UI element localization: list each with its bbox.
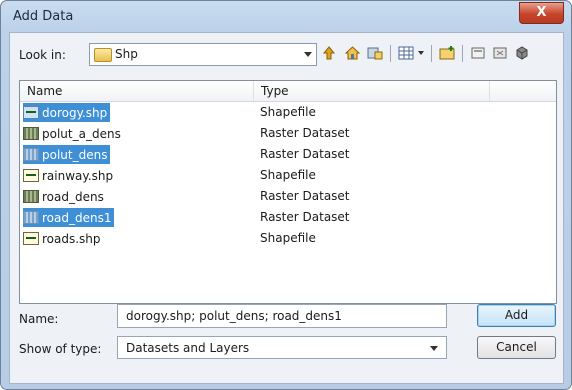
- raster-icon: [23, 211, 39, 224]
- list-item-name: road_dens: [42, 189, 104, 204]
- list-item[interactable]: polut_a_dens Raster Dataset: [20, 123, 556, 144]
- list-item-name: polut_dens: [42, 147, 108, 162]
- show-of-type-value: Datasets and Layers: [126, 341, 250, 355]
- catalog-icon[interactable]: [469, 44, 487, 62]
- close-button[interactable]: X: [519, 2, 564, 24]
- folder-icon: [94, 48, 112, 62]
- list-item-name-cell[interactable]: rainway.shp: [23, 166, 116, 185]
- column-header-type[interactable]: Type: [254, 81, 490, 101]
- shapefile-icon: [23, 169, 39, 182]
- show-of-type-dropdown[interactable]: Datasets and Layers: [117, 336, 447, 359]
- connect-folder-icon[interactable]: [366, 44, 384, 62]
- close-icon: X: [536, 5, 547, 20]
- list-item[interactable]: road_dens1 Raster Dataset: [20, 207, 556, 228]
- list-item[interactable]: rainway.shp Shapefile: [20, 165, 556, 186]
- shapefile-icon: [23, 232, 39, 245]
- file-list[interactable]: Name Type dorogy.shp Shapefile polut_a_den…: [19, 80, 557, 304]
- list-item-name-cell[interactable]: polut_dens: [23, 145, 111, 164]
- column-header-name[interactable]: Name: [20, 81, 254, 101]
- cancel-button[interactable]: Cancel: [477, 336, 556, 359]
- column-header-blank: [490, 81, 556, 101]
- name-label: Name:: [19, 312, 59, 326]
- list-item-name-cell[interactable]: roads.shp: [23, 229, 104, 248]
- view-menu-chevron-down-icon[interactable]: [416, 44, 426, 62]
- list-item[interactable]: roads.shp Shapefile: [20, 228, 556, 249]
- dialog-client-area: Look in: Shp Name Type dorogy.shp Shapef…: [9, 32, 564, 384]
- list-item-type: Raster Dataset: [260, 210, 350, 224]
- list-item-name-cell[interactable]: road_dens1: [23, 208, 115, 227]
- list-item-name: rainway.shp: [42, 168, 114, 183]
- list-item-name: polut_a_dens: [42, 126, 121, 141]
- add-button[interactable]: Add: [477, 304, 556, 327]
- list-item[interactable]: polut_dens Raster Dataset: [20, 144, 556, 165]
- list-item-type: Raster Dataset: [260, 147, 350, 161]
- add-data-dialog: Add Data X Look in: Shp Name Type dorogy…: [0, 0, 572, 390]
- chevron-down-icon: [430, 346, 438, 351]
- chevron-down-icon: [304, 52, 312, 57]
- name-input-value: dorogy.shp; polut_dens; road_dens1: [126, 309, 342, 323]
- look-in-value: Shp: [115, 47, 138, 61]
- list-item-name-cell[interactable]: road_dens: [23, 187, 107, 206]
- disconnect-icon[interactable]: [491, 44, 509, 62]
- raster-icon: [23, 148, 39, 161]
- shapefile-icon: [23, 106, 39, 119]
- dialog-title: Add Data: [13, 9, 74, 24]
- toolbar-separator: [390, 45, 391, 62]
- list-item[interactable]: road_dens Raster Dataset: [20, 186, 556, 207]
- list-item[interactable]: dorogy.shp Shapefile: [20, 102, 556, 123]
- home-icon[interactable]: [343, 44, 361, 62]
- up-one-level-icon[interactable]: [320, 44, 338, 62]
- gdb-icon[interactable]: [513, 44, 531, 62]
- list-item-name: road_dens1: [42, 210, 112, 225]
- name-input[interactable]: dorogy.shp; polut_dens; road_dens1: [117, 304, 447, 328]
- list-item-type: Shapefile: [260, 105, 316, 119]
- raster-icon: [23, 190, 39, 203]
- list-item-type: Shapefile: [260, 168, 316, 182]
- show-of-type-label: Show of type:: [19, 342, 102, 356]
- new-folder-icon[interactable]: [438, 44, 456, 62]
- toolbar-separator: [462, 45, 463, 62]
- toolbar-separator: [431, 45, 432, 62]
- raster-icon: [23, 127, 39, 140]
- list-item-name: dorogy.shp: [42, 105, 108, 120]
- list-header: Name Type: [20, 81, 556, 102]
- view-options-icon[interactable]: [397, 44, 415, 62]
- look-in-dropdown[interactable]: Shp: [89, 43, 317, 66]
- list-item-type: Raster Dataset: [260, 189, 350, 203]
- list-item-type: Raster Dataset: [260, 126, 350, 140]
- list-item-type: Shapefile: [260, 231, 316, 245]
- look-in-label: Look in:: [19, 48, 66, 62]
- list-item-name-cell[interactable]: dorogy.shp: [23, 103, 111, 122]
- title-bar[interactable]: Add Data X: [1, 1, 571, 33]
- list-item-name-cell[interactable]: polut_a_dens: [23, 124, 124, 143]
- list-item-name: roads.shp: [42, 231, 101, 246]
